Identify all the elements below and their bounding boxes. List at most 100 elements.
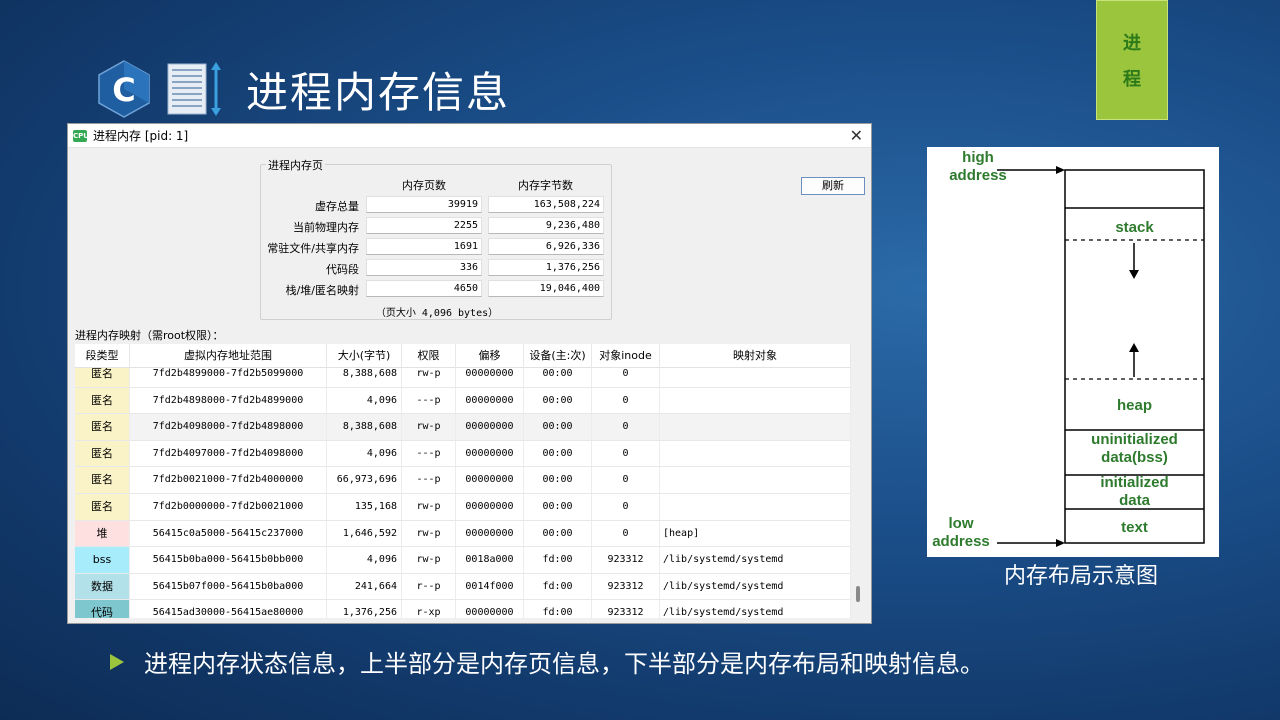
cell-size: 135,168 [327, 493, 402, 520]
heap-label: heap [1116, 397, 1152, 414]
slide-title: 进程内存信息 [246, 67, 511, 117]
cell-dev: fd:00 [524, 573, 592, 600]
memory-map-table: 匿名 7fd2b4899000-7fd2b5099000 8,388,608 rw-p… [75, 344, 851, 618]
tag-char-2: 程 [1123, 69, 1141, 90]
cell-offset: 0014f000 [456, 573, 524, 600]
table-row[interactable]: 数据 56415b07f000-56415b0ba000 241,664 r--p 00… [75, 573, 851, 601]
bytes-field[interactable]: 9,236,480 [488, 217, 604, 234]
cell-perm: r-xp [402, 600, 456, 618]
refresh-button[interactable]: 刷新 [801, 177, 865, 195]
table-row[interactable]: 堆 56415c0a5000-56415c237000 1,646,592 rw-p 0… [75, 520, 851, 548]
page-size-note: （页大小 4,096 bytes） [375, 308, 499, 319]
table-row[interactable]: 匿名 7fd2b0021000-7fd2b4000000 66,973,696 ---… [75, 467, 851, 494]
cell-type: 代码 [75, 600, 130, 618]
cell-obj [660, 440, 851, 467]
header-cell[interactable]: 大小(字节) [327, 344, 402, 368]
cell-obj: /lib/systemd/systemd [660, 547, 851, 573]
pages-field[interactable]: 4650 [366, 280, 482, 297]
row-label: 代码段 [326, 263, 359, 276]
tag-char-1: 进 [1123, 33, 1141, 54]
cell-offset: 00000000 [456, 493, 524, 520]
pages-row: 常驻文件/共享内存 1691 6,926,336 [261, 238, 613, 256]
cell-range: 56415b07f000-56415b0ba000 [130, 573, 327, 600]
header-cell[interactable]: 段类型 [75, 344, 130, 368]
cell-range: 7fd2b4098000-7fd2b4898000 [130, 414, 327, 440]
cell-obj [660, 387, 851, 414]
header-cell[interactable]: 虚拟内存地址范围 [130, 344, 327, 368]
row-label: 当前物理内存 [293, 221, 359, 234]
cell-perm: rw-p [402, 493, 456, 520]
bytes-field[interactable]: 1,376,256 [488, 259, 604, 276]
stack-label: stack [1115, 219, 1154, 236]
bytes-field[interactable]: 163,508,224 [488, 196, 604, 213]
table-row[interactable]: 匿名 7fd2b4898000-7fd2b4899000 4,096 ---p 0000… [75, 387, 851, 415]
diagram-caption: 内存布局示意图 [1004, 564, 1159, 589]
header-cell[interactable]: 映射对象 [660, 344, 851, 368]
cell-dev: 00:00 [524, 467, 592, 493]
cell-offset: 00000000 [456, 467, 524, 493]
cell-perm: r--p [402, 573, 456, 600]
pages-field[interactable]: 2255 [366, 217, 482, 234]
low-address-label: low address [932, 515, 990, 550]
cell-type: 堆 [75, 520, 130, 547]
table-scrollbar[interactable] [856, 586, 860, 602]
header-cell[interactable]: 偏移 [456, 344, 524, 368]
high-address-label: high address [949, 149, 1007, 184]
cell-inode: 0 [592, 467, 660, 493]
cell-inode: 0 [592, 520, 660, 547]
cell-dev: fd:00 [524, 547, 592, 573]
col-header-bytes: 内存字节数 [518, 179, 573, 192]
bytes-field[interactable]: 19,046,400 [488, 280, 604, 297]
cell-inode: 0 [592, 440, 660, 467]
cell-type: 匿名 [75, 387, 130, 414]
header-cell[interactable]: 设备(主:次) [524, 344, 592, 368]
header-cell[interactable]: 对象inode [592, 344, 660, 368]
pages-field[interactable]: 39919 [366, 196, 482, 213]
cell-inode: 0 [592, 414, 660, 440]
cell-perm: ---p [402, 440, 456, 467]
cell-size: 1,646,592 [327, 520, 402, 547]
table-row[interactable]: 匿名 7fd2b4097000-7fd2b4098000 4,096 ---p 0000… [75, 440, 851, 468]
process-memory-window: CPU 进程内存 [pid: 1] ✕ 进程内存页 内存页数 内存字节数 虚存总… [67, 123, 872, 624]
cell-size: 4,096 [327, 440, 402, 467]
pages-row: 栈/堆/匿名映射 4650 19,046,400 [261, 280, 613, 298]
cell-dev: 00:00 [524, 414, 592, 440]
cell-offset: 00000000 [456, 520, 524, 547]
window-title: 进程内存 [pid: 1] [93, 129, 189, 143]
bullet-point: 进程内存状态信息，上半部分是内存页信息，下半部分是内存布局和映射信息。 [110, 644, 984, 679]
group-label: 进程内存页 [266, 157, 325, 173]
cell-perm: ---p [402, 387, 456, 414]
table-row[interactable]: bss 56415b0ba000-56415b0bb000 4,096 rw-p 001… [75, 547, 851, 574]
header-cell[interactable]: 权限 [402, 344, 456, 368]
table-row[interactable]: 匿名 7fd2b0000000-7fd2b0021000 135,168 rw-p 00… [75, 493, 851, 521]
pages-row: 代码段 336 1,376,256 [261, 259, 613, 277]
cell-type: 匿名 [75, 493, 130, 520]
cell-obj: /lib/systemd/systemd [660, 573, 851, 600]
cell-dev: 00:00 [524, 387, 592, 414]
cell-range: 56415ad30000-56415ae80000 [130, 600, 327, 618]
pages-field[interactable]: 336 [366, 259, 482, 276]
cell-offset: 0018a000 [456, 547, 524, 573]
triangle-bullet-icon [110, 653, 124, 670]
bytes-field[interactable]: 6,926,336 [488, 238, 604, 255]
bullet-text: 进程内存状态信息，上半部分是内存页信息，下半部分是内存布局和映射信息。 [144, 650, 984, 678]
cell-dev: 00:00 [524, 493, 592, 520]
pages-row: 虚存总量 39919 163,508,224 [261, 196, 613, 214]
table-header: 段类型 虚拟内存地址范围 大小(字节) 权限 偏移 设备(主:次) 对象inod… [75, 344, 851, 368]
cell-size: 4,096 [327, 547, 402, 573]
table-row[interactable]: 匿名 7fd2b4098000-7fd2b4898000 8,388,608 rw-p… [75, 414, 851, 441]
app-icon: CPU [73, 129, 89, 142]
cell-perm: rw-p [402, 547, 456, 573]
cell-range: 7fd2b4898000-7fd2b4899000 [130, 387, 327, 414]
cell-type: 数据 [75, 573, 130, 600]
pages-field[interactable]: 1691 [366, 238, 482, 255]
close-icon[interactable]: ✕ [850, 126, 863, 145]
cell-inode: 923312 [592, 600, 660, 618]
cell-obj [660, 467, 851, 493]
cell-offset: 00000000 [456, 440, 524, 467]
table-row[interactable]: 代码 56415ad30000-56415ae80000 1,376,256 r-xp… [75, 600, 851, 618]
cell-range: 56415b0ba000-56415b0bb000 [130, 547, 327, 573]
document-icon [166, 62, 224, 116]
window-titlebar: CPU 进程内存 [pid: 1] ✕ [68, 124, 871, 148]
col-header-pages: 内存页数 [402, 179, 446, 192]
